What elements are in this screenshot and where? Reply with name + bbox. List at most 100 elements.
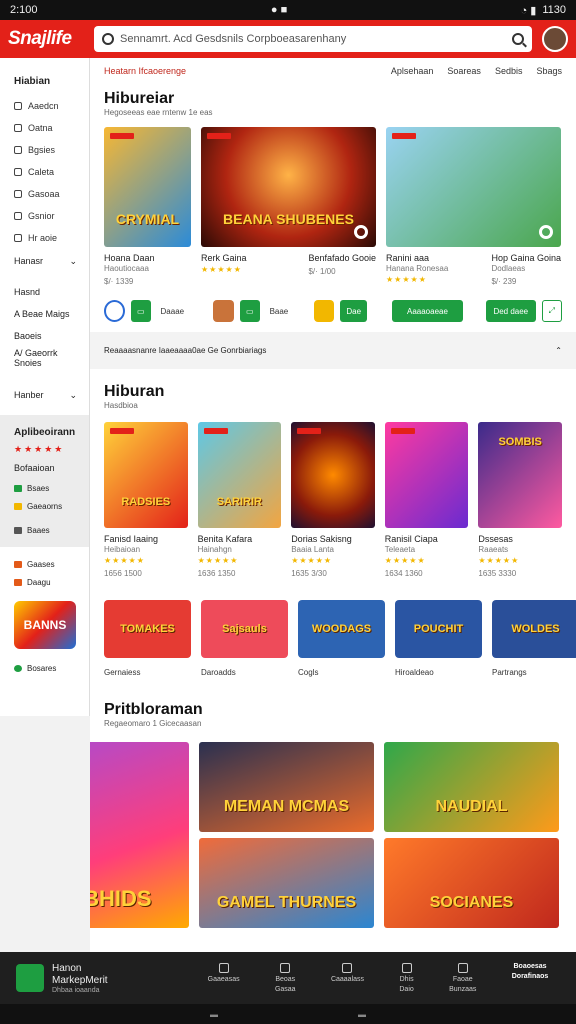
share-icon[interactable]: [104, 300, 125, 322]
sidebar-link[interactable]: Daagu: [0, 573, 89, 591]
sidebar-item[interactable]: Bgsies: [0, 139, 89, 161]
thumbnail-art-text: CRYMIAL: [115, 211, 180, 227]
apps-link[interactable]: Baaes: [0, 521, 89, 539]
badge-tag: [110, 428, 134, 434]
tab-item[interactable]: Soareas: [447, 66, 481, 76]
location-icon: [457, 963, 468, 973]
game-card[interactable]: Dorias Sakisng Baaia Lanta ★★★★★ 1635 3/…: [291, 422, 375, 578]
game-title: Hop Gaina Goina: [491, 253, 561, 263]
category-tile[interactable]: Sajsauls Daroadds: [201, 600, 288, 677]
game-thumbnail[interactable]: BEANA SHUBENES: [201, 127, 376, 247]
tab-item[interactable]: Aplsehaan: [391, 66, 434, 76]
game-card[interactable]: BEANA SHUBENES Rerk Gaina ★★★★★ Benfafad…: [201, 127, 376, 286]
home-gesture[interactable]: ▬: [358, 1010, 366, 1019]
game-icon[interactable]: [213, 300, 234, 322]
games-icon: [280, 963, 291, 973]
system-icons: ◔ ▮ 1130: [520, 3, 566, 17]
sidebar-link[interactable]: A Beae Maigs: [0, 303, 89, 325]
rating-stars: ★★★★★: [478, 556, 520, 565]
search-input[interactable]: Sennamrt. Acd Gesdsnils Corpboeasarenhan…: [94, 26, 532, 52]
sidebar-item[interactable]: Gasoaa: [0, 183, 89, 205]
sidebar-item[interactable]: Gsnior: [0, 205, 89, 227]
sidebar-group-toggle[interactable]: Hanber ⌄: [0, 383, 89, 407]
nav-item-active[interactable]: Boaoesas Dorafinaos: [512, 963, 549, 993]
action-button[interactable]: ▭: [130, 300, 151, 322]
nav-item[interactable]: Gaaeasas: [208, 963, 240, 993]
action-button[interactable]: Ded daee: [485, 300, 536, 322]
square-icon: [14, 484, 22, 492]
play-icon[interactable]: [354, 225, 368, 239]
action-button[interactable]: Aaaaoaeae: [392, 300, 463, 322]
game-card[interactable]: CRYMIAL Hoana Daan Haoutiocaaa $/· 1339: [104, 127, 191, 286]
action-button[interactable]: ▭: [240, 300, 260, 322]
nav-item[interactable]: Beoas Gasaa: [275, 963, 296, 993]
game-icon[interactable]: [313, 300, 335, 322]
sidebar-group-toggle[interactable]: Hanasr ⌄: [0, 249, 89, 273]
nav-item[interactable]: Caaaalass: [331, 963, 364, 993]
category-tile[interactable]: WOLDES Partrangs: [492, 600, 576, 677]
sidebar-footer[interactable]: Bosares: [0, 659, 89, 677]
apps-subtitle: Bofaaioan: [14, 463, 55, 473]
promo-card[interactable]: GAMEL THURNES: [199, 838, 374, 928]
apps-link[interactable]: Bsaes: [0, 479, 89, 497]
game-card[interactable]: SOMBIS Dssesas Raaeats ★★★★★ 1635 3330: [478, 422, 562, 578]
game-thumbnail[interactable]: RADSIES: [104, 422, 188, 528]
game-thumbnail[interactable]: CRYMIAL: [104, 127, 191, 247]
category-tile[interactable]: WOODAGS Cogls: [298, 600, 385, 677]
game-thumbnail[interactable]: SARIRIR: [197, 422, 282, 528]
sidebar: Hiabian Aaedcn Oatna Bgsies Caleta Gasoa…: [0, 58, 90, 716]
apps-link[interactable]: Gaeaorns: [0, 497, 89, 515]
magnifier-icon[interactable]: [512, 33, 524, 45]
game-thumbnail[interactable]: SOMBIS: [478, 422, 562, 528]
chevron-up-icon[interactable]: ⌃: [555, 346, 562, 355]
badge-tag: [203, 428, 228, 434]
app-name-2: MarkepMerit: [52, 974, 108, 986]
game-thumbnail[interactable]: [386, 127, 561, 247]
big-card[interactable]: NABHIDS: [90, 742, 189, 928]
rating-stars: ★★★★★: [201, 265, 242, 274]
app-branding[interactable]: Hanon MarkepMerit Dhbaa ioaanda: [0, 963, 190, 994]
play-icon[interactable]: [539, 225, 553, 239]
tab-item[interactable]: Sbags: [536, 66, 562, 76]
promo-badge[interactable]: BANNS: [14, 601, 76, 649]
action-label[interactable]: Baae: [266, 307, 293, 316]
sidebar-link[interactable]: Baoeis: [0, 325, 89, 347]
tile-label: Daroadds: [201, 668, 236, 677]
sidebar-item[interactable]: Caleta: [0, 161, 89, 183]
action-button[interactable]: Dae: [340, 300, 368, 322]
nav-item[interactable]: Dhis Daio: [399, 963, 414, 993]
sidebar-item[interactable]: Hr aoie: [0, 227, 89, 249]
logo[interactable]: Snajlife: [8, 28, 94, 50]
promo-strip[interactable]: Reaaaasnanre Iaaeaaaa0ae Ge Gonrbiariags…: [90, 332, 576, 369]
promo-card[interactable]: SOCIANES: [384, 838, 559, 928]
game-card[interactable]: Ranisil Ciapa Teleaeta ★★★★★ 1634 1360: [384, 422, 469, 578]
rating-stars: ★★★★★: [104, 556, 145, 565]
nav-item[interactable]: Faoae Bunzaas: [449, 963, 476, 993]
sidebar-item[interactable]: Oatna: [0, 117, 89, 139]
tab-item[interactable]: Sedbis: [495, 66, 523, 76]
avatar[interactable]: [542, 26, 568, 52]
promo-card[interactable]: NAUDIAL: [384, 742, 559, 832]
sidebar-link[interactable]: A/ Gaeorrk Snoies: [0, 347, 89, 369]
back-gesture[interactable]: ▬: [210, 1010, 218, 1019]
category-tile[interactable]: TOMAKES Gernaiess: [104, 600, 191, 677]
badge-tag: [207, 133, 231, 139]
promo-card[interactable]: MEMAN MCMAS: [199, 742, 374, 832]
sidebar-item[interactable]: Aaedcn: [0, 95, 89, 117]
game-thumbnail[interactable]: [291, 422, 375, 528]
action-row: ▭ Daaae ▭ Baae Dae Aaaaoaeae Ded daee ⤢: [90, 286, 576, 322]
big-card-art[interactable]: NABHIDS: [90, 742, 189, 928]
sidebar-link[interactable]: Hasnd: [0, 281, 89, 303]
game-card[interactable]: SARIRIR Benita Kafara Hainahgn ★★★★★ 163…: [197, 422, 282, 578]
category-tile[interactable]: POUCHIT Hiroaldeao: [395, 600, 482, 677]
expand-icon[interactable]: ⤢: [541, 300, 563, 322]
tab-current[interactable]: Heatarn Ifcaoerenge: [104, 66, 186, 76]
tiles-row: TOMAKES Gernaiess Sajsauls Daroadds WOODAG…: [90, 578, 576, 677]
sidebar-link[interactable]: Gaases: [0, 555, 89, 573]
notification-icons: ● ■: [270, 4, 288, 16]
game-meta: Haoutiocaaa: [104, 264, 149, 273]
action-label[interactable]: Daaae: [157, 307, 189, 316]
game-card[interactable]: Ranini aaa Hanana Ronesaa ★★★★★ Hop Gain…: [386, 127, 561, 286]
game-card[interactable]: RADSIES Fanisd Iaaing Heibaioan ★★★★★ 16…: [104, 422, 188, 578]
game-thumbnail[interactable]: [384, 422, 469, 528]
